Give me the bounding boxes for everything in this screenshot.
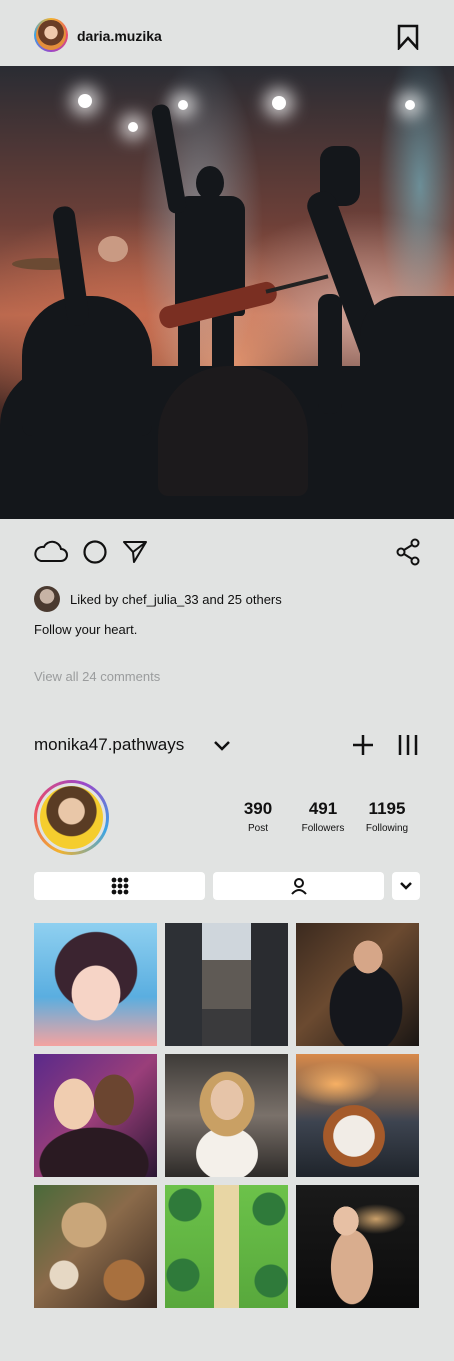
profile-avatar[interactable] (34, 780, 109, 855)
grid-photo-city-street[interactable] (165, 923, 288, 1046)
grid-photo-dog-car[interactable] (296, 1054, 419, 1177)
cloud-icon[interactable] (33, 538, 69, 564)
profile-username[interactable]: monika47.pathways (34, 735, 184, 755)
liked-by-text[interactable]: Liked by chef_julia_33 and 25 others (70, 592, 282, 607)
tab-tagged[interactable] (213, 872, 384, 900)
grid-photo-dancer[interactable] (296, 1185, 419, 1308)
chevron-down-icon[interactable] (213, 739, 231, 753)
post-image[interactable] (0, 66, 454, 519)
chevron-down-icon (400, 882, 412, 890)
post-caption: Follow your heart. (34, 622, 138, 637)
stat-label: Post (247, 823, 268, 834)
grid-photo-pixel-game[interactable] (165, 1185, 288, 1308)
circle-icon[interactable] (82, 539, 108, 565)
bars-icon[interactable] (397, 733, 419, 757)
grid-photo-businessman[interactable] (296, 923, 419, 1046)
plus-icon[interactable] (351, 733, 375, 757)
stat-value: 390 (243, 799, 273, 818)
grid-icon (111, 877, 128, 895)
post-author-avatar[interactable] (34, 18, 68, 52)
grid-photo-anime-girl[interactable] (34, 923, 157, 1046)
stat-posts[interactable]: 390 Post (223, 799, 293, 834)
post-author-username[interactable]: daria.muzika (77, 28, 162, 44)
stat-value: 491 (308, 799, 338, 818)
send-icon[interactable] (122, 539, 148, 565)
share-icon[interactable] (395, 538, 421, 566)
bookmark-icon[interactable] (397, 24, 419, 50)
grid-photo-food-table[interactable] (34, 1185, 157, 1308)
grid-photo-woman-mirror[interactable] (165, 1054, 288, 1177)
person-icon (290, 878, 307, 895)
grid-photo-friends-party[interactable] (34, 1054, 157, 1177)
view-comments-link[interactable]: View all 24 comments (34, 669, 160, 684)
tab-grid[interactable] (34, 872, 205, 900)
stat-followers[interactable]: 491 Followers (288, 799, 358, 834)
liker-avatar[interactable] (34, 586, 60, 612)
stat-label: Following (365, 823, 409, 834)
stat-following[interactable]: 1195 Following (352, 799, 422, 834)
stat-value: 1195 (368, 799, 406, 818)
stat-label: Followers (301, 823, 345, 834)
tab-more[interactable] (392, 872, 420, 900)
